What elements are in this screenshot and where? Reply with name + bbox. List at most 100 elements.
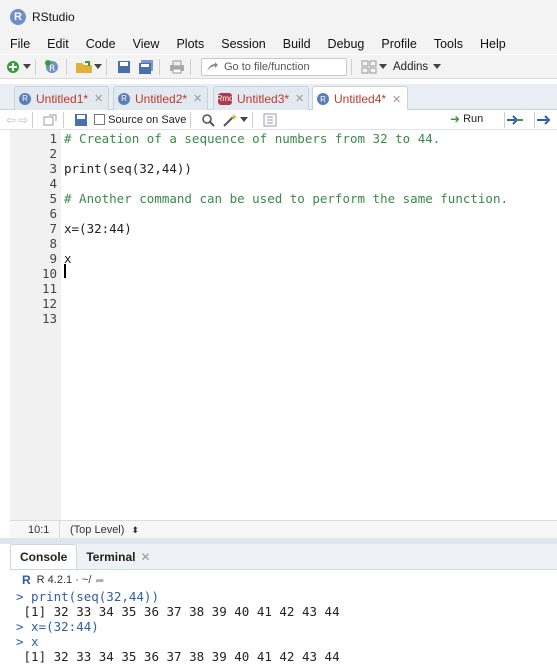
scope-label: (Top Level)	[70, 523, 125, 536]
toolbar-divider	[35, 58, 36, 75]
tab-terminal[interactable]: Terminal ✕	[77, 544, 159, 569]
cursor-position: 10:1	[10, 521, 60, 538]
menu-session[interactable]: Session	[212, 37, 273, 51]
tab-label: Console	[20, 550, 68, 564]
menu-bar: File Edit Code View Plots Session Build …	[0, 34, 557, 54]
title-bar: R RStudio	[0, 0, 557, 34]
menu-help[interactable]: Help	[471, 37, 514, 51]
show-in-window-icon[interactable]	[41, 111, 59, 129]
editor-toolbar: ⇦ ⇨ Source on Save ➜ Run	[0, 110, 557, 130]
go-to-file-input[interactable]: Go to file/function	[201, 57, 347, 76]
forward-arrow-icon[interactable]: ⇨	[18, 113, 28, 127]
line-number: 13	[41, 311, 57, 326]
line-number: 1	[49, 131, 57, 146]
r-script-icon: R	[118, 92, 130, 105]
window-title: RStudio	[32, 10, 75, 24]
pane-layout-icon[interactable]	[360, 58, 378, 76]
menu-profile[interactable]: Profile	[372, 37, 424, 51]
save-all-icon[interactable]	[137, 58, 155, 76]
menu-edit[interactable]: Edit	[38, 37, 77, 51]
toolbar-divider	[106, 58, 107, 75]
pane-layout-dropdown-icon[interactable]	[379, 58, 387, 76]
line-number: 9	[49, 251, 57, 266]
console-line: > x	[16, 634, 39, 649]
menu-build[interactable]: Build	[274, 37, 319, 51]
open-folder-icon[interactable]	[75, 58, 93, 76]
toolbar-divider	[190, 111, 192, 128]
svg-text:R: R	[49, 64, 55, 74]
console-header: R R 4.2.1 · ~/ ➦	[10, 571, 557, 589]
console-tab-bar: Console Terminal ✕	[10, 544, 557, 570]
r-script-icon: R	[317, 93, 329, 105]
new-file-icon[interactable]	[4, 58, 22, 76]
r-logo-icon: R	[22, 573, 31, 587]
run-label: Run	[463, 113, 484, 125]
toolbar-divider	[534, 112, 535, 128]
run-button[interactable]: ➜ Run	[450, 112, 483, 126]
save-icon[interactable]	[72, 111, 90, 129]
r-version-path: R 4.2.1 · ~/	[36, 574, 92, 586]
code-line: print(seq(32,44))	[64, 161, 192, 176]
tab-console[interactable]: Console	[10, 544, 78, 569]
tab-label: Untitled3*	[237, 91, 290, 106]
go-to-directory-icon[interactable]: ➦	[95, 574, 104, 587]
code-line: # Another command can be used to perform…	[64, 191, 509, 206]
close-icon[interactable]: ✕	[392, 93, 401, 106]
addins-menu[interactable]: Addins	[393, 61, 442, 73]
scope-selector[interactable]: (Top Level) ⬍	[60, 524, 139, 536]
r-markdown-icon: Rmd	[216, 92, 234, 105]
source-on-save-label: Source on Save	[108, 113, 187, 126]
scope-updown-icon: ⬍	[131, 524, 140, 535]
checkbox-box[interactable]	[94, 114, 106, 125]
close-icon[interactable]: ✕	[295, 92, 304, 105]
toolbar-divider	[351, 58, 352, 75]
toolbar-divider	[252, 111, 254, 128]
rerun-icon[interactable]	[506, 111, 524, 129]
menu-tools[interactable]: Tools	[425, 37, 471, 51]
toolbar-divider	[504, 112, 505, 128]
line-number: 4	[49, 176, 57, 191]
line-number: 5	[49, 191, 57, 206]
console-output[interactable]: > print(seq(32,44)) [1] 32 33 34 35 36 3…	[10, 589, 557, 665]
editor-status-bar: 10:1 (Top Level) ⬍	[10, 520, 557, 538]
close-icon[interactable]: ✕	[94, 92, 103, 105]
open-dropdown-icon[interactable]	[94, 58, 102, 76]
console-line: [1] 32 33 34 35 36 37 38 39 40 41 42 43 …	[16, 604, 340, 619]
menu-view[interactable]: View	[124, 37, 168, 51]
line-number: 10	[41, 266, 57, 281]
toolbar-divider	[66, 58, 67, 75]
menu-debug[interactable]: Debug	[319, 37, 373, 51]
code-tools-dropdown-icon[interactable]	[240, 111, 249, 129]
close-icon[interactable]: ✕	[140, 550, 150, 564]
code-tools-wand-icon[interactable]	[221, 111, 239, 129]
menu-file[interactable]: File	[0, 37, 38, 51]
toolbar-divider	[159, 58, 160, 75]
menu-code[interactable]: Code	[77, 37, 124, 51]
back-arrow-icon[interactable]: ⇦	[6, 113, 16, 127]
source-on-save-checkbox[interactable]: Source on Save	[94, 114, 186, 126]
tab-untitled1[interactable]: R Untitled1* ✕	[14, 86, 109, 110]
code-editor[interactable]: 1 2 3 4 5 6 7 8 9 10 11 12 13 # Creation…	[10, 130, 557, 520]
print-icon[interactable]	[168, 58, 186, 76]
line-number: 2	[49, 146, 57, 161]
line-number: 6	[49, 206, 57, 221]
go-to-file-placeholder: Go to file/function	[224, 60, 310, 73]
tab-untitled4[interactable]: R Untitled4* ✕	[312, 86, 408, 111]
save-icon[interactable]	[115, 58, 133, 76]
close-icon[interactable]: ✕	[193, 92, 202, 105]
search-icon[interactable]	[199, 111, 217, 129]
new-project-icon[interactable]: R	[44, 58, 62, 76]
editor-tab-bar: R Untitled1* ✕ R Untitled2* ✕ Rmd Untitl…	[0, 84, 557, 111]
tab-untitled2[interactable]: R Untitled2* ✕	[113, 86, 208, 110]
document-outline-icon[interactable]	[261, 111, 279, 129]
go-to-arrow-icon	[207, 61, 218, 71]
menu-plots[interactable]: Plots	[167, 37, 212, 51]
new-file-dropdown-icon[interactable]	[23, 58, 31, 76]
console-line: > x=(32:44)	[16, 619, 99, 634]
line-number-gutter: 1 2 3 4 5 6 7 8 9 10 11 12 13	[10, 130, 61, 520]
source-icon[interactable]	[536, 111, 554, 129]
tab-untitled3[interactable]: Rmd Untitled3* ✕	[213, 86, 309, 110]
toolbar-divider	[190, 58, 191, 75]
line-number: 8	[49, 236, 57, 251]
rstudio-logo-icon: R	[10, 9, 26, 25]
